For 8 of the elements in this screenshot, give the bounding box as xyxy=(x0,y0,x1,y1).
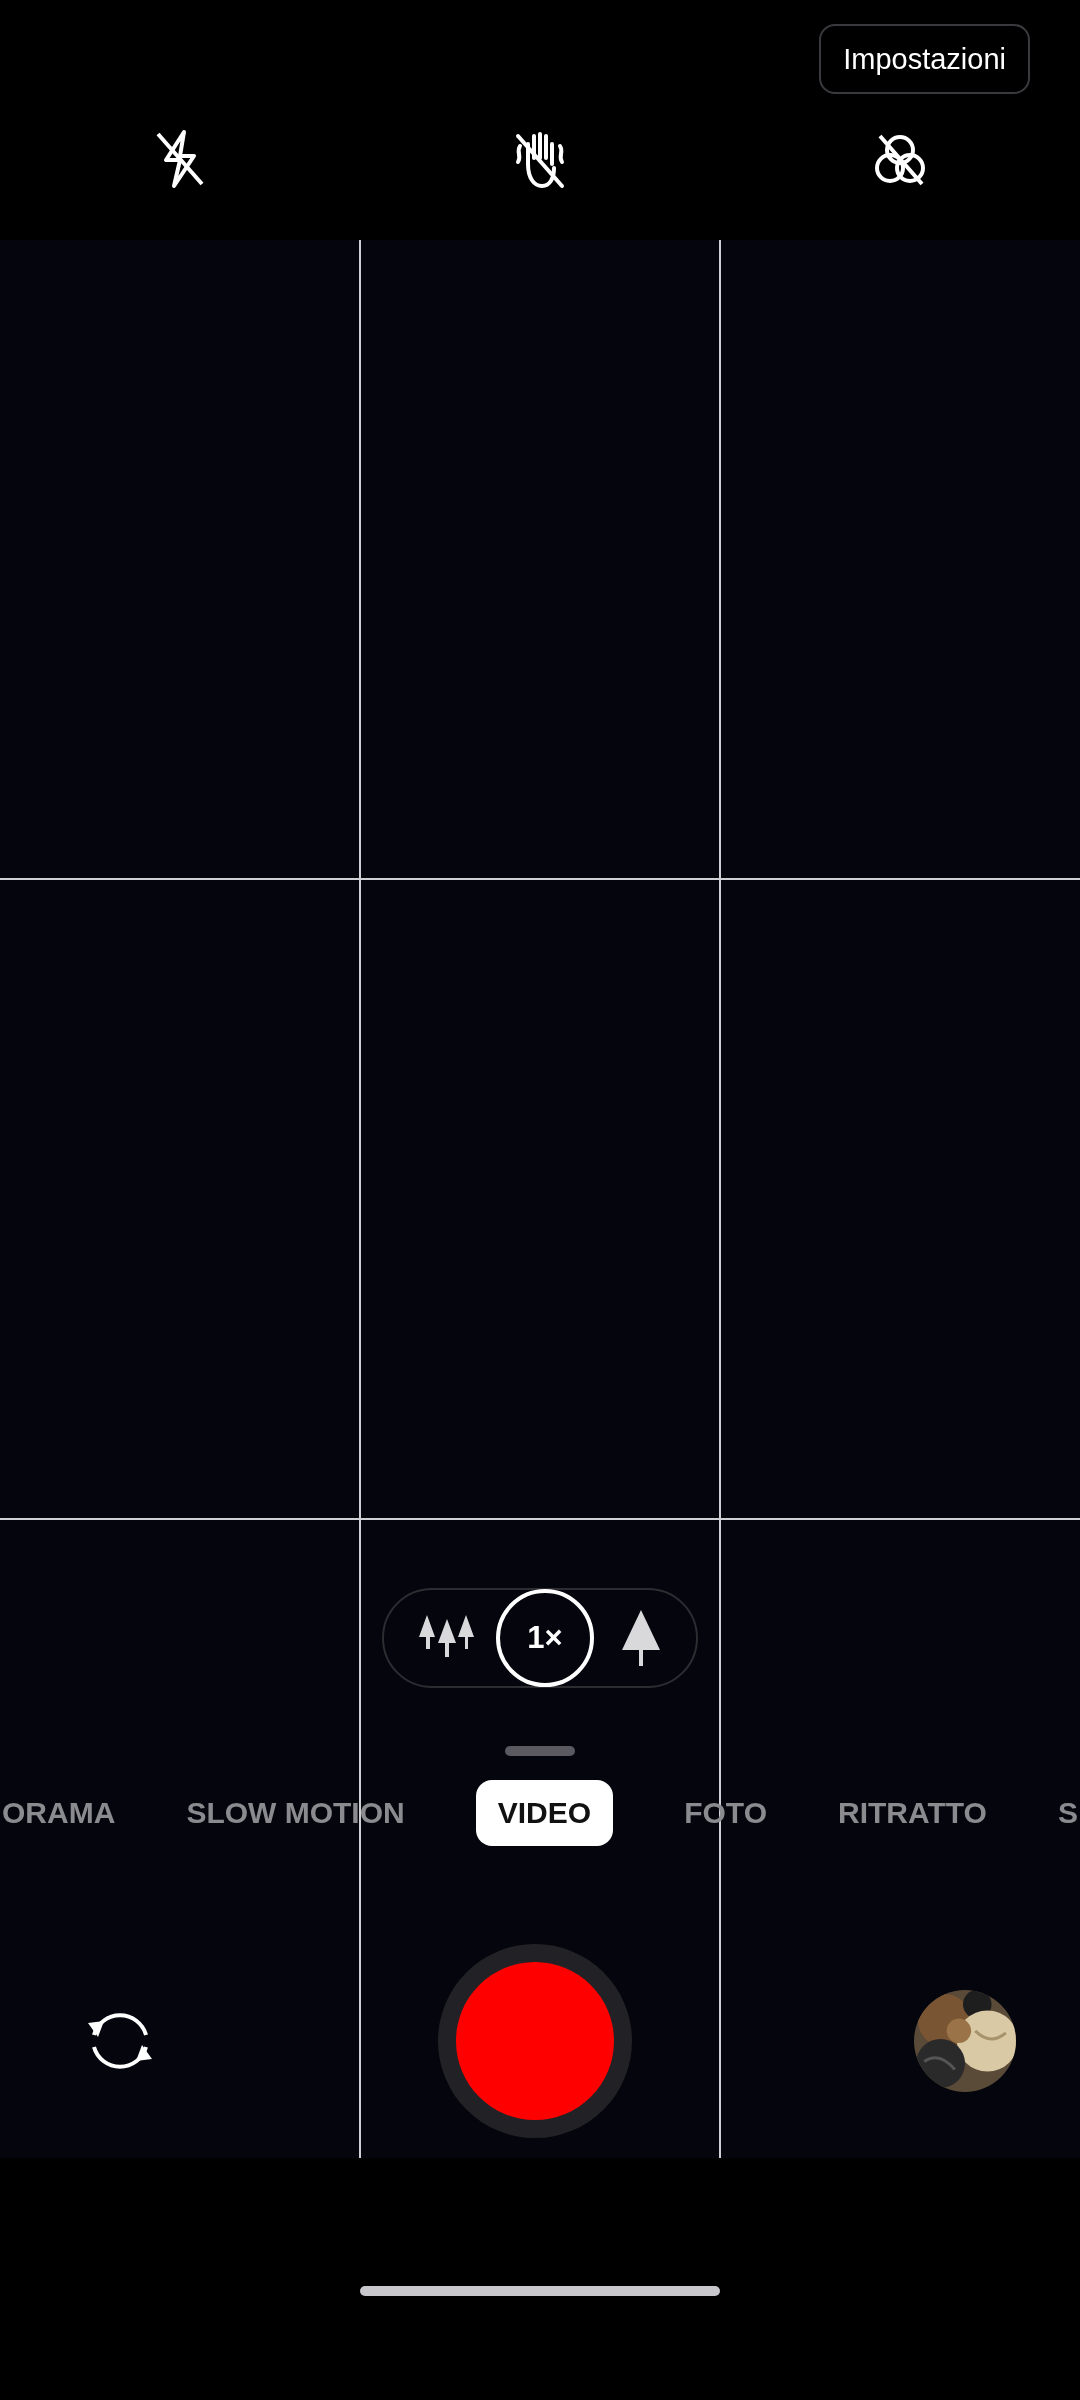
drag-handle[interactable] xyxy=(505,1746,575,1756)
mode-tab[interactable]: VIDEO xyxy=(475,1780,614,1846)
tree-icon xyxy=(622,1610,660,1666)
zoom-button[interactable]: 1× xyxy=(496,1589,594,1687)
mode-tab[interactable]: RITRATTO xyxy=(838,1780,987,1846)
mode-tab[interactable]: S xyxy=(1057,1780,1078,1846)
settings-button[interactable]: Impostazioni xyxy=(819,24,1030,94)
mode-tab[interactable]: ORAMA xyxy=(2,1780,116,1846)
